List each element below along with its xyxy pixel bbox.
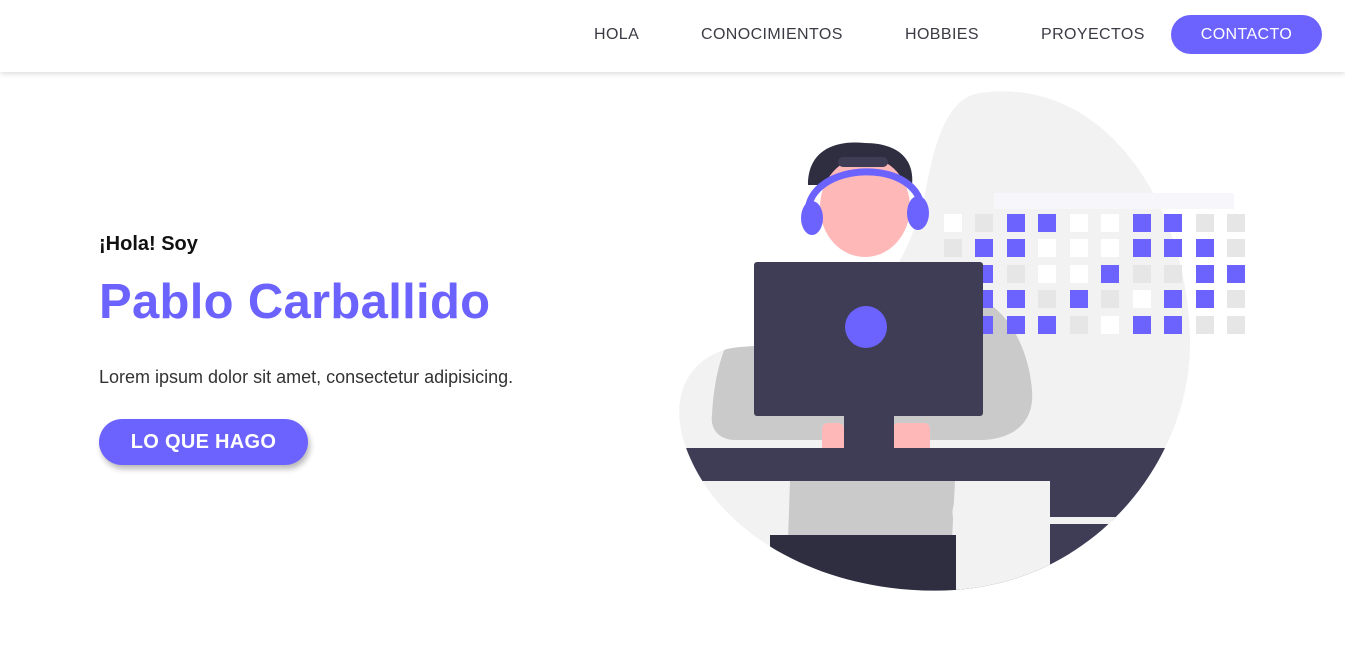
nav-link-proyectos[interactable]: PROYECTOS <box>1041 0 1145 70</box>
top-navbar: HOLA CONOCIMIENTOS HOBBIES PROYECTOS CON… <box>0 0 1345 72</box>
hero-name: Pablo Carballido <box>99 275 491 329</box>
desk-rail <box>1050 517 1191 524</box>
desk <box>679 448 1191 481</box>
hero-greeting: ¡Hola! Soy <box>99 233 198 255</box>
monitor-logo-icon <box>845 306 887 348</box>
hero-illustration <box>679 91 1245 591</box>
nav-link-hobbies[interactable]: HOBBIES <box>905 0 979 70</box>
contact-button[interactable]: CONTACTO <box>1171 15 1322 54</box>
chair <box>952 481 1050 591</box>
nav-link-hola[interactable]: HOLA <box>594 0 639 70</box>
hero-description: Lorem ipsum dolor sit amet, consectetur … <box>99 367 514 387</box>
desk-panel <box>1050 524 1191 584</box>
desk-drawer <box>1050 481 1191 521</box>
person-legs <box>788 481 955 540</box>
what-i-do-button[interactable]: LO QUE HAGO <box>99 419 308 465</box>
nav-link-conocimientos[interactable]: CONOCIMIENTOS <box>701 0 843 70</box>
